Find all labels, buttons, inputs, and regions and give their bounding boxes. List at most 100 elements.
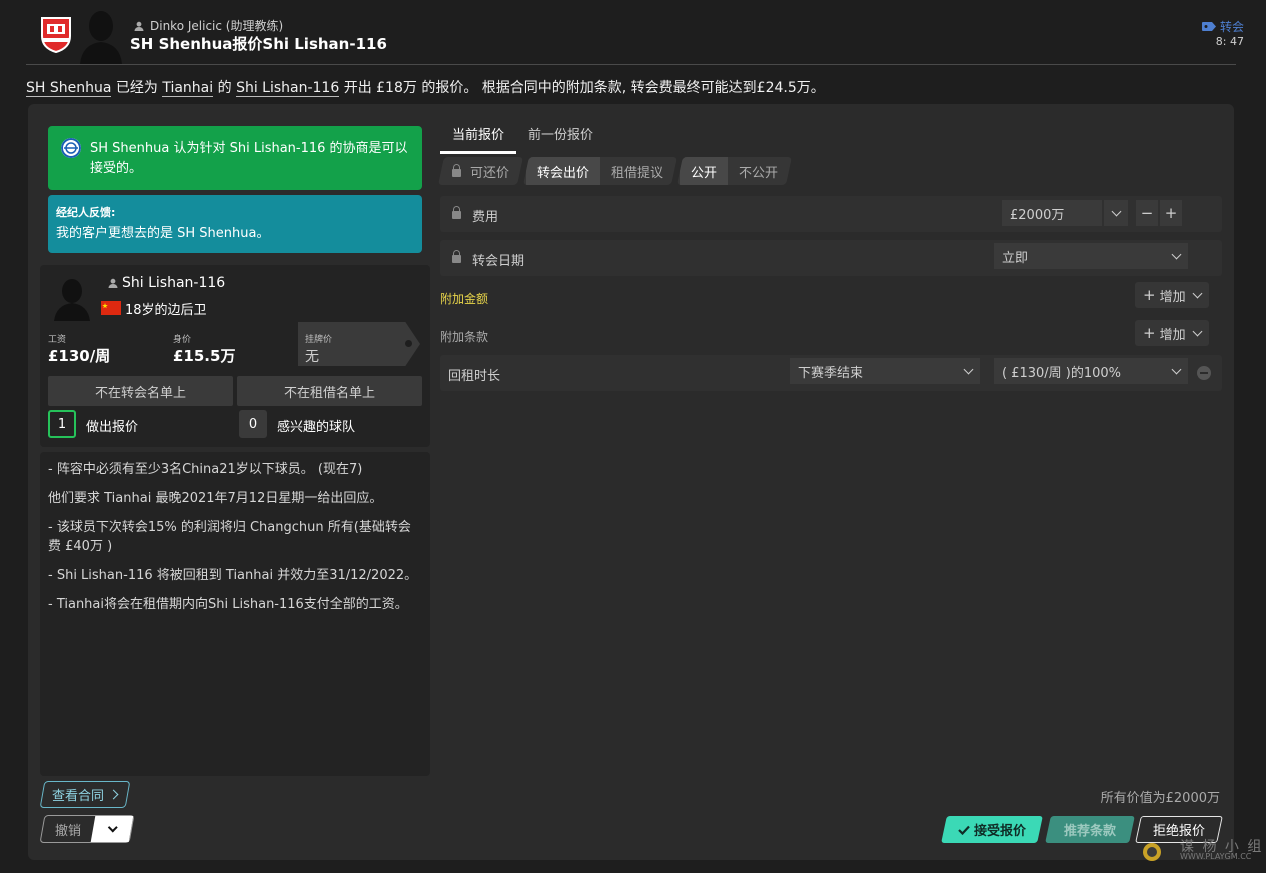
recommend-terms-button[interactable]: 推荐条款 (1045, 816, 1135, 843)
value-label: 身价 (173, 335, 192, 345)
offer-notes: - 阵容中必须有至少3名China21岁以下球员。 (现在7) 他们要求 Tia… (40, 452, 430, 776)
chevron-down-icon (1192, 288, 1203, 298)
transfer-date-value: 立即 (1002, 250, 1029, 266)
category-label: 转会 (1219, 20, 1244, 34)
fee-dropdown[interactable] (1104, 200, 1128, 226)
offer-type-toggle[interactable]: 转会出价 租借提议 (523, 157, 678, 185)
public-option[interactable]: 公开 (680, 157, 729, 185)
chevron-down-icon (1111, 206, 1121, 216)
loan-list-status[interactable]: 不在租借名单上 (237, 376, 422, 406)
note-item: - Shi Lishan-116 将被回租到 Tianhai 并效力至31/12… (48, 568, 418, 583)
transfer-list-status[interactable]: 不在转会名单上 (48, 376, 233, 406)
undo-button[interactable]: 撤销 (39, 815, 135, 843)
chevron-down-icon (1171, 249, 1182, 259)
tab-previous-offer[interactable]: 前一份报价 (516, 120, 605, 154)
offers-label[interactable]: 做出报价 (86, 416, 138, 435)
tab-current-offer[interactable]: 当前报价 (440, 120, 517, 154)
loan-offer-option[interactable]: 租借提议 (600, 157, 674, 185)
asking-price-label: 挂牌价 (305, 335, 333, 345)
remove-clause-button[interactable] (1197, 366, 1211, 380)
minus-icon: − (1140, 204, 1154, 222)
decrease-fee-button[interactable]: − (1136, 200, 1158, 226)
plus-icon: + (1164, 204, 1178, 222)
fee-row: 费用 £2000万 − + (440, 196, 1222, 232)
chevron-down-icon (107, 822, 118, 833)
lock-icon (452, 250, 461, 263)
sender[interactable]: Dinko Jelicic (助理教练) (134, 17, 283, 34)
header-divider (26, 64, 1236, 65)
recommend-label: 推荐条款 (1063, 824, 1116, 839)
category-tag[interactable]: 转会 (1201, 18, 1244, 35)
player-name-label: Shi Lishan-116 (122, 275, 226, 291)
player-position: 18岁的边后卫 (125, 303, 207, 318)
accept-offer-button[interactable]: 接受报价 (941, 816, 1043, 843)
loan-back-duration-select[interactable]: 下赛季结束 (790, 358, 980, 384)
tag-icon (1201, 22, 1216, 31)
view-contract-button[interactable]: 查看合同 (39, 781, 131, 808)
transfer-date-select[interactable]: 立即 (994, 243, 1188, 269)
counter-toggle[interactable]: 可还价 (438, 157, 523, 185)
intro-text: SH Shenhua 已经为 Tianhai 的 Shi Lishan-116 … (26, 77, 825, 97)
transfer-offer-option[interactable]: 转会出价 (526, 157, 601, 185)
offers-count: 1 (48, 410, 76, 438)
person-icon (134, 21, 144, 31)
watermark-logo-icon (1143, 843, 1161, 861)
value-value: £15.5万 (173, 347, 236, 365)
club-link[interactable]: Tianhai (162, 80, 214, 97)
counter-option[interactable]: 可还价 (441, 157, 520, 185)
loan-back-label: 回租时长 (448, 369, 501, 384)
asking-price-value: 无 (305, 349, 319, 365)
message-subject: SH Shenhua报价Shi Lishan-116 (130, 35, 387, 53)
add-label: 增加 (1159, 327, 1186, 343)
transfer-date-label: 转会日期 (472, 254, 525, 269)
player-link[interactable]: Shi Lishan-116 (236, 80, 340, 97)
player-name[interactable]: Shi Lishan-116 (108, 275, 225, 291)
club-link[interactable]: SH Shenhua (26, 80, 112, 97)
add-clause-button[interactable]: + 增加 (1135, 320, 1209, 346)
visibility-toggle[interactable]: 公开 不公开 (677, 157, 793, 185)
player-avatar-icon[interactable] (52, 275, 92, 321)
watermark-url: WWW.PLAYGM.CC (1180, 852, 1252, 861)
private-option[interactable]: 不公开 (728, 157, 789, 185)
increase-fee-button[interactable]: + (1160, 200, 1182, 226)
loan-back-duration-value: 下赛季结束 (798, 365, 864, 381)
offer-tabs: 当前报价 前一份报价 (440, 120, 605, 154)
note-item: 他们要求 Tianhai 最晚2021年7月12日星期一给出回应。 (48, 491, 383, 506)
fee-input[interactable]: £2000万 (1002, 200, 1102, 226)
accept-label: 接受报价 (973, 824, 1026, 839)
loan-back-wage-select[interactable]: ( £130/周 )的100% (994, 358, 1188, 384)
add-label: 增加 (1159, 289, 1186, 305)
add-money-label: 附加金额 (440, 292, 489, 306)
intro-part: 已经为 (111, 80, 163, 96)
loan-back-wage-value: ( £130/周 )的100% (1002, 365, 1122, 381)
club-badge-icon (41, 17, 71, 54)
counter-label: 可还价 (470, 165, 510, 181)
note-item: - 阵容中必须有至少3名China21岁以下球员。 (现在7) (48, 462, 363, 477)
staff-avatar-icon (80, 11, 122, 64)
add-clause-label: 附加条款 (440, 330, 489, 344)
minus-icon (1200, 372, 1208, 374)
watermark: 谋 杨 小 组 WWW.PLAYGM.CC (1142, 836, 1261, 864)
sender-name: Dinko Jelicic (助理教练) (150, 19, 284, 33)
view-contract-label: 查看合同 (52, 789, 105, 804)
chevron-down-icon (1171, 364, 1182, 374)
wage-label: 工资 (48, 335, 67, 345)
agent-feedback-title: 经纪人反馈: (56, 206, 116, 219)
lock-icon (452, 169, 461, 177)
chevron-down-icon (963, 364, 974, 374)
plus-icon: + (1143, 286, 1156, 304)
person-icon (108, 278, 118, 288)
add-money-button[interactable]: + 增加 (1135, 282, 1209, 308)
message-time: 8: 47 (1215, 35, 1244, 48)
undo-dropdown[interactable] (90, 816, 134, 842)
china-flag-icon (101, 301, 121, 315)
asking-dot-icon (405, 340, 412, 347)
interested-label[interactable]: 感兴趣的球队 (277, 416, 355, 435)
undo-label: 撤销 (54, 823, 81, 839)
club-crest-icon (61, 138, 81, 158)
plus-icon: + (1143, 324, 1156, 342)
note-item: - 该球员下次转会15% 的利润将归 Changchun 所有(基础转会费 £4… (48, 520, 411, 554)
intro-part: 的 (213, 80, 237, 96)
lock-icon (452, 206, 461, 219)
wage-value: £130/周 (48, 347, 111, 365)
